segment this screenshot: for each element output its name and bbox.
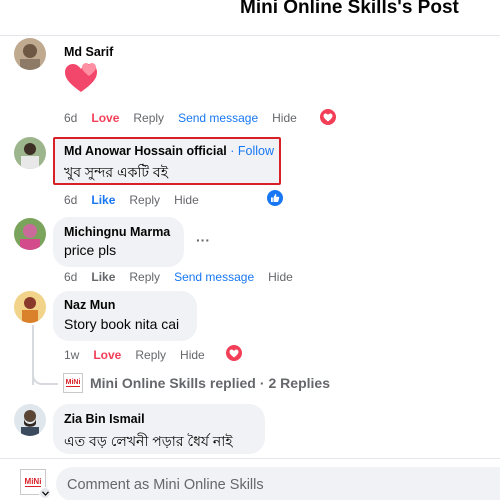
love-reaction-icon[interactable] xyxy=(319,108,337,126)
comment-author[interactable]: Md Sarif xyxy=(64,45,113,59)
comment-time[interactable]: 1w xyxy=(64,348,79,362)
comment-text: খুব সুন্দর একটি বই xyxy=(64,164,168,180)
hide-button[interactable]: Hide xyxy=(174,193,199,207)
like-reaction-icon[interactable] xyxy=(266,189,284,207)
comment-bubble: Md Anowar Hossain official · Follow খুব … xyxy=(53,137,281,185)
comment-author[interactable]: Naz Mun xyxy=(64,298,115,312)
replies-toggle[interactable]: MiNi Mini Online Skills replied · 2 Repl… xyxy=(63,373,330,393)
composer-divider xyxy=(0,458,500,459)
composer-logo-text: MiNi xyxy=(24,477,42,487)
more-options-icon[interactable]: ··· xyxy=(196,232,210,248)
comment-actions: 6d Like Reply Hide xyxy=(64,193,213,207)
heart-emoji-icon xyxy=(62,61,100,95)
page-logo: MiNi xyxy=(63,373,83,393)
comment-bubble: Zia Bin Ismail এত বড় লেখনী পড়ার ধৈর্য … xyxy=(53,404,265,454)
comment-author[interactable]: Michingnu Marma xyxy=(64,225,170,239)
follow-button[interactable]: Follow xyxy=(238,144,274,158)
avatar[interactable] xyxy=(14,38,46,70)
comment-bubble: Naz Mun Story book nita cai xyxy=(53,291,197,341)
hide-button[interactable]: Hide xyxy=(272,111,297,125)
comment-bubble: Michingnu Marma price pls xyxy=(53,217,184,267)
comment-author[interactable]: Zia Bin Ismail xyxy=(64,412,145,426)
comment-actions: 6d Like Reply Send message Hide xyxy=(64,270,307,284)
like-button[interactable]: Like xyxy=(91,193,115,207)
replies-page-name[interactable]: Mini Online Skills xyxy=(90,375,206,391)
comment-actions: 1w Love Reply Hide xyxy=(64,348,219,362)
replies-dot: · xyxy=(259,375,265,391)
comment-input-placeholder: Comment as Mini Online Skills xyxy=(67,477,264,493)
reply-button[interactable]: Reply xyxy=(133,111,164,125)
comment-time[interactable]: 6d xyxy=(64,111,77,125)
avatar[interactable] xyxy=(14,404,46,436)
thread-branch xyxy=(32,372,58,385)
avatar[interactable] xyxy=(14,218,46,250)
follow-separator: · xyxy=(230,144,235,158)
hide-button[interactable]: Hide xyxy=(268,270,293,284)
comment-text: Story book nita cai xyxy=(64,316,180,332)
avatar[interactable] xyxy=(14,291,46,323)
reply-button[interactable]: Reply xyxy=(129,270,160,284)
love-button[interactable]: Love xyxy=(91,111,119,125)
post-title: Mini Online Skills's Post xyxy=(240,0,459,18)
reply-button[interactable]: Reply xyxy=(135,348,166,362)
chevron-down-icon[interactable] xyxy=(39,487,51,499)
reply-button[interactable]: Reply xyxy=(129,193,160,207)
love-button[interactable]: Love xyxy=(93,348,121,362)
like-button[interactable]: Like xyxy=(91,270,115,284)
hide-button[interactable]: Hide xyxy=(180,348,205,362)
send-message-button[interactable]: Send message xyxy=(174,270,254,284)
comment-author[interactable]: Md Anowar Hossain official xyxy=(64,144,227,158)
avatar[interactable] xyxy=(14,137,46,169)
comment-time[interactable]: 6d xyxy=(64,193,77,207)
replies-replied: replied xyxy=(209,375,256,391)
comment-text: এত বড় লেখনী পড়ার ধৈর্য নাই xyxy=(64,433,233,449)
love-reaction-icon[interactable] xyxy=(225,344,243,362)
send-message-button[interactable]: Send message xyxy=(178,111,258,125)
page-logo-text: MiNi xyxy=(65,379,81,387)
comment-input[interactable]: Comment as Mini Online Skills xyxy=(56,467,500,500)
post-header: Mini Online Skills's Post xyxy=(0,0,500,36)
replies-count[interactable]: 2 Replies xyxy=(269,375,330,391)
comment-actions: 6d Love Reply Send message Hide xyxy=(64,111,311,125)
comment-time[interactable]: 6d xyxy=(64,270,77,284)
comment-text: price pls xyxy=(64,242,117,258)
